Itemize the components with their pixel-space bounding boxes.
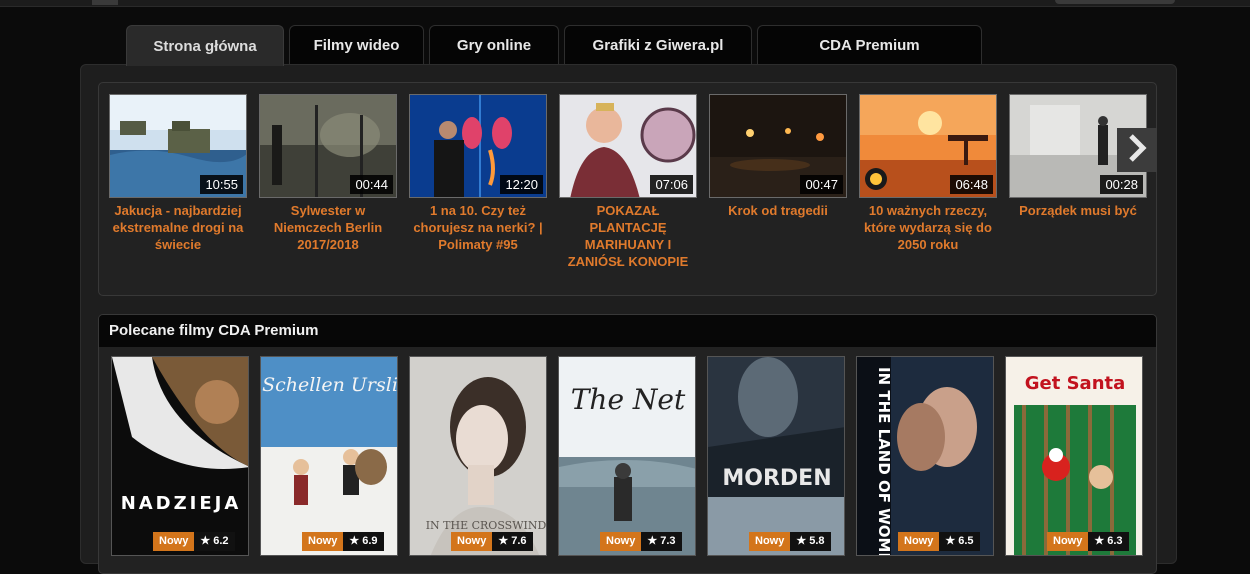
film-badges: Nowy ★ 7.3: [600, 532, 682, 551]
premium-film-poster[interactable]: IN THE CROSSWIND Nowy ★ 7.6: [409, 356, 547, 556]
carousel-next-button[interactable]: [1117, 128, 1157, 172]
top-strip-element: [92, 0, 118, 5]
tab-grafiki-giwera[interactable]: Grafiki z Giwera.pl: [564, 25, 752, 64]
video-duration: 00:47: [800, 175, 843, 194]
rating-badge: ★ 6.3: [1088, 532, 1129, 551]
film-badges: Nowy ★ 7.6: [451, 532, 533, 551]
new-badge: Nowy: [898, 532, 940, 551]
new-badge: Nowy: [302, 532, 344, 551]
poster-title-text: IN THE LAND OF WOMEN: [875, 367, 893, 556]
premium-film-poster[interactable]: Schellen Ursli Nowy ★ 6.9: [260, 356, 398, 556]
tab-gry-online[interactable]: Gry online: [429, 25, 559, 64]
new-badge: Nowy: [1047, 532, 1089, 551]
rating-badge: ★ 6.5: [939, 532, 980, 551]
film-badges: Nowy ★ 6.2: [153, 532, 235, 551]
film-badges: Nowy ★ 6.5: [898, 532, 980, 551]
premium-film-poster[interactable]: The Net Nowy ★ 7.3: [558, 356, 696, 556]
film-badges: Nowy ★ 6.3: [1047, 532, 1129, 551]
poster-title-text: IN THE CROSSWIND: [426, 519, 547, 532]
new-badge: Nowy: [600, 532, 642, 551]
film-badges: Nowy ★ 5.8: [749, 532, 831, 551]
video-thumbnail[interactable]: 07:06: [559, 94, 697, 198]
video-title-link[interactable]: Jakucja - najbardziej ekstremalne drogi …: [109, 202, 247, 253]
video-duration: 10:55: [200, 175, 243, 194]
video-item: 00:44 Sylwester w Niemczech Berlin 2017/…: [259, 94, 397, 253]
video-item: 10:55 Jakucja - najbardziej ekstremalne …: [109, 94, 247, 253]
rating-badge: ★ 7.6: [492, 532, 533, 551]
premium-film-poster[interactable]: Get Santa Nowy ★ 6.3: [1005, 356, 1143, 556]
rating-badge: ★ 6.2: [194, 532, 235, 551]
tab-filmy-wideo[interactable]: Filmy wideo: [289, 25, 424, 64]
new-badge: Nowy: [451, 532, 493, 551]
tab-cda-premium[interactable]: CDA Premium: [757, 25, 982, 64]
chevron-right-icon: [1126, 133, 1148, 168]
video-thumbnail[interactable]: 06:48: [859, 94, 997, 198]
video-title-link[interactable]: Krok od tragedii: [709, 202, 847, 219]
rating-badge: ★ 6.9: [343, 532, 384, 551]
video-duration: 06:48: [950, 175, 993, 194]
film-badges: Nowy ★ 6.9: [302, 532, 384, 551]
video-duration: 12:20: [500, 175, 543, 194]
poster-title-text: Get Santa: [1025, 373, 1126, 394]
new-badge: Nowy: [153, 532, 195, 551]
video-title-link[interactable]: Porządek musi być: [1009, 202, 1147, 219]
rating-badge: ★ 7.3: [641, 532, 682, 551]
video-item: 00:47 Krok od tragedii: [709, 94, 847, 219]
video-title-link[interactable]: Sylwester w Niemczech Berlin 2017/2018: [259, 202, 397, 253]
video-duration: 07:06: [650, 175, 693, 194]
browser-top-strip: [0, 0, 1250, 7]
video-thumbnail[interactable]: 00:47: [709, 94, 847, 198]
video-item: 06:48 10 ważnych rzeczy, które wydarzą s…: [859, 94, 997, 253]
poster-title-text: NADZIEJA: [121, 493, 242, 514]
premium-film-poster[interactable]: IN THE LAND OF WOMEN Nowy ★ 6.5: [856, 356, 994, 556]
video-duration: 00:28: [1100, 175, 1143, 194]
video-item: 12:20 1 na 10. Czy też chorujesz na nerk…: [409, 94, 547, 253]
premium-section-heading: Polecane filmy CDA Premium: [99, 315, 1156, 347]
poster-title-text: MORDEN: [722, 466, 831, 491]
tab-strona-glowna[interactable]: Strona główna: [126, 25, 284, 66]
video-thumbnail[interactable]: 12:20: [409, 94, 547, 198]
new-badge: Nowy: [749, 532, 791, 551]
video-thumbnail[interactable]: 10:55: [109, 94, 247, 198]
rating-badge: ★ 5.8: [790, 532, 831, 551]
premium-film-poster[interactable]: NADZIEJA Nowy ★ 6.2: [111, 356, 249, 556]
video-duration: 00:44: [350, 175, 393, 194]
top-strip-element: [1055, 0, 1175, 4]
video-item: 07:06 POKAZAŁ PLANTACJĘ MARIHUANY I ZANI…: [559, 94, 697, 270]
video-title-link[interactable]: 10 ważnych rzeczy, które wydarzą się do …: [859, 202, 997, 253]
poster-title-text: The Net: [571, 383, 686, 416]
premium-film-poster[interactable]: MORDEN Nowy ★ 5.8: [707, 356, 845, 556]
video-title-link[interactable]: 1 na 10. Czy też chorujesz na nerki? | P…: [409, 202, 547, 253]
poster-title-text: Schellen Ursli: [262, 374, 398, 396]
video-title-link[interactable]: POKAZAŁ PLANTACJĘ MARIHUANY I ZANIÓSŁ KO…: [559, 202, 697, 270]
video-thumbnail[interactable]: 00:44: [259, 94, 397, 198]
